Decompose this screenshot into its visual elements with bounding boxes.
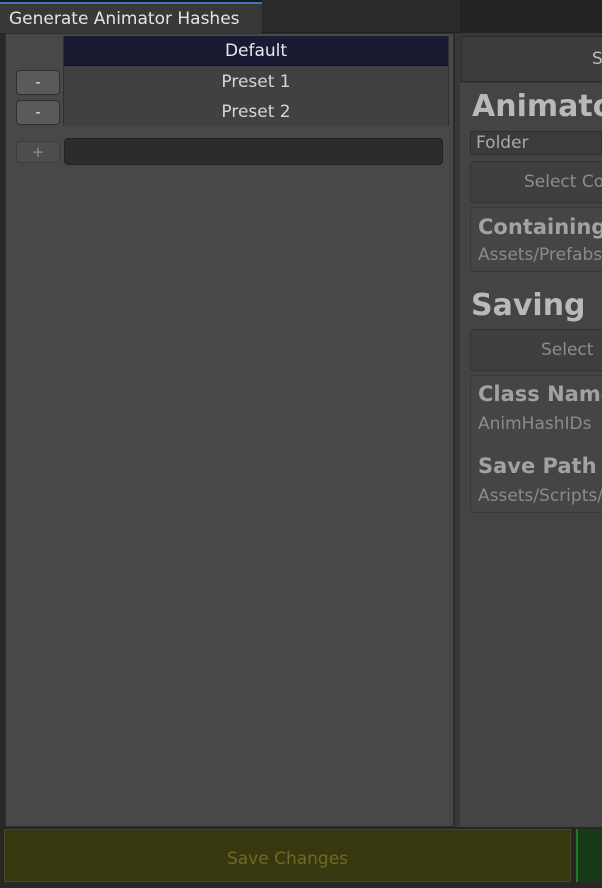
mode-select[interactable]: Folder	[470, 131, 602, 155]
window-tab[interactable]: Generate Animator Hashes	[0, 2, 262, 33]
saving-section-title: Saving	[471, 288, 586, 323]
containing-group: Containing Assets/Prefabs	[470, 207, 602, 272]
preset-item-label: Default	[224, 41, 288, 61]
select-folder-button-label: Select Co	[524, 172, 602, 192]
preset-item-preset-1[interactable]: Preset 1	[64, 67, 448, 97]
preset-item-default[interactable]: Default	[64, 36, 448, 66]
confirm-button[interactable]	[576, 829, 602, 882]
settings-top-button[interactable]: S	[461, 36, 602, 82]
save-changes-button[interactable]: Save Changes	[4, 829, 571, 882]
select-save-path-button[interactable]: Select	[470, 329, 602, 371]
preset-item-preset-2[interactable]: Preset 2	[64, 97, 448, 127]
minus-icon: -	[35, 103, 41, 121]
preset-item-label: Preset 2	[221, 102, 291, 122]
new-preset-name-input[interactable]	[64, 138, 443, 165]
class-name-label: Class Name	[478, 382, 602, 406]
class-name-value[interactable]: AnimHashIDs	[478, 414, 591, 434]
containing-label: Containing	[478, 215, 602, 239]
select-save-path-button-label: Select	[541, 340, 594, 360]
containing-value: Assets/Prefabs	[478, 245, 602, 265]
tab-bar-spacer	[262, 0, 460, 33]
save-path-label: Save Path	[478, 454, 597, 478]
mode-select-value: Folder	[476, 133, 529, 153]
minus-icon: -	[35, 73, 41, 91]
settings-top-button-label: S	[592, 49, 602, 69]
animator-section-title: Animator	[472, 89, 602, 124]
remove-preset-1-button[interactable]: -	[16, 70, 60, 95]
save-path-value[interactable]: Assets/Scripts/	[478, 486, 602, 506]
plus-icon: +	[31, 143, 45, 161]
preset-item-label: Preset 1	[221, 72, 291, 92]
window-tab-title: Generate Animator Hashes	[9, 9, 240, 29]
add-preset-button[interactable]: +	[16, 141, 60, 163]
remove-preset-2-button[interactable]: -	[16, 100, 60, 125]
tab-bar-dark-area	[460, 0, 602, 33]
save-settings-group: Class Name AnimHashIDs Save Path Assets/…	[470, 375, 602, 513]
save-changes-label: Save Changes	[226, 849, 349, 869]
select-folder-button[interactable]: Select Co	[470, 161, 602, 203]
